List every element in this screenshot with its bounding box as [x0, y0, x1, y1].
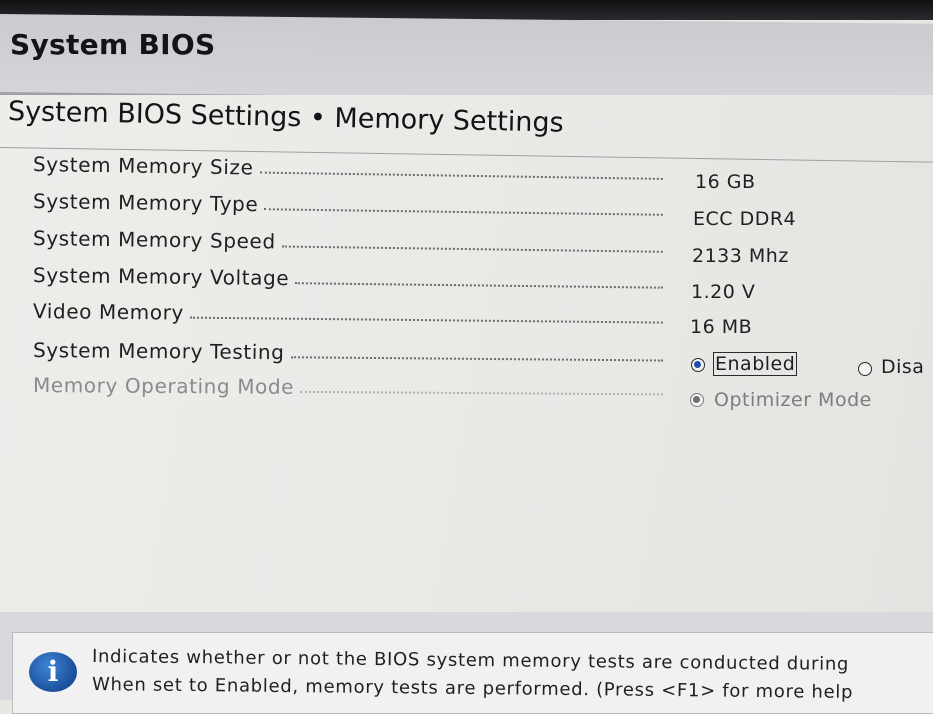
setting-label: Video Memory: [32, 299, 185, 325]
leader-dots: [189, 316, 663, 324]
setting-row-memory-speed: System Memory Speed: [33, 226, 663, 259]
setting-label: Memory Operating Mode: [32, 373, 295, 399]
leader-dots: [290, 356, 663, 362]
setting-value-memory-type: ECC DDR4: [693, 208, 797, 230]
memory-testing-disabled-label[interactable]: Disa: [881, 356, 924, 378]
setting-value-memory-voltage: 1.20 V: [691, 281, 756, 303]
leader-dots: [300, 390, 663, 396]
setting-value-memory-speed: 2133 Mhz: [692, 245, 789, 267]
setting-row-video-memory: Video Memory: [33, 299, 663, 330]
memory-operating-mode-value: Optimizer Mode: [714, 389, 872, 411]
info-icon: i: [29, 652, 77, 692]
setting-row-memory-size: System Memory Size: [33, 152, 663, 186]
setting-label: System Memory Voltage: [32, 263, 290, 291]
memory-operating-mode-radio: [690, 393, 704, 407]
leader-dots: [264, 208, 663, 216]
leader-dots: [281, 245, 663, 253]
memory-testing-disabled-radio[interactable]: [858, 362, 872, 376]
memory-testing-enabled-radio[interactable]: [691, 358, 705, 372]
setting-row-memory-testing: System Memory Testing: [33, 338, 663, 367]
leader-dots: [259, 171, 663, 180]
setting-value-video-memory: 16 MB: [690, 316, 753, 338]
setting-row-memory-type: System Memory Type: [33, 189, 663, 222]
setting-label: System Memory Speed: [32, 226, 276, 254]
setting-row-memory-voltage: System Memory Voltage: [33, 263, 663, 295]
setting-label: System Memory Type: [32, 189, 259, 217]
setting-row-memory-operating-mode: Memory Operating Mode: [33, 373, 663, 401]
setting-value-memory-size: 16 GB: [695, 171, 756, 193]
leader-dots: [295, 282, 663, 289]
settings-panel: System Memory Size 16 GB System Memory T…: [0, 0, 933, 700]
setting-label: System Memory Testing: [32, 338, 285, 365]
memory-testing-enabled-label[interactable]: Enabled: [713, 352, 798, 376]
setting-label: System Memory Size: [32, 152, 254, 180]
